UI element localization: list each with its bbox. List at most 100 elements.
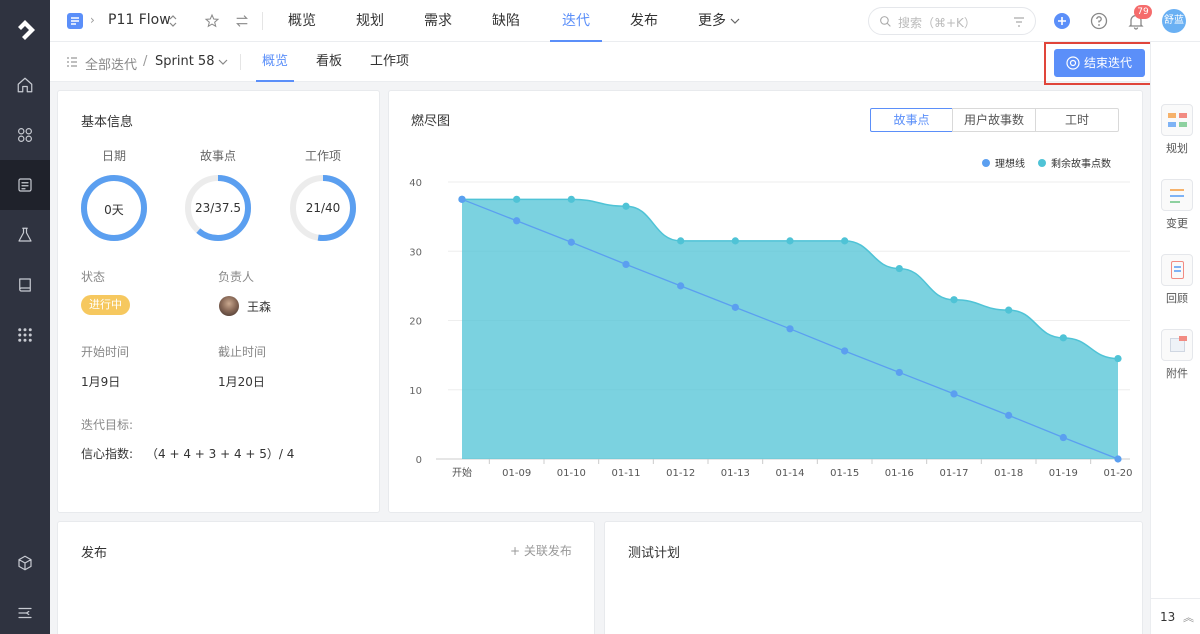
basic-info-title: 基本信息 xyxy=(81,115,134,130)
x-tick-label: 01-17 xyxy=(939,468,968,479)
ideal-point xyxy=(950,390,958,398)
rp-attachment[interactable]: 附件 xyxy=(1160,329,1194,381)
ideal-point xyxy=(567,238,575,246)
owner-avatar[interactable] xyxy=(219,296,239,316)
ring-label-date: 日期 xyxy=(101,149,126,163)
end-iteration-label: 结束迭代 xyxy=(1084,56,1133,70)
search-input[interactable]: 搜索（⌘+K） xyxy=(898,14,976,31)
notification-badge: 79 xyxy=(1134,5,1152,19)
remaining-point xyxy=(950,296,958,304)
end-time-value: 1月20日 xyxy=(218,375,265,389)
x-tick-label: 01-16 xyxy=(885,468,914,479)
story-points-ring-value: 23/37.5 xyxy=(194,201,242,215)
collapse-sidebar[interactable] xyxy=(0,588,50,634)
user-avatar[interactable]: 舒蓝 xyxy=(1162,9,1186,33)
test-plan-card: 测试计划 xyxy=(604,521,1143,634)
page-counter[interactable]: 13 ︽ xyxy=(1151,598,1200,634)
nav-plan[interactable]: 规划 xyxy=(348,0,392,42)
confidence-label: 信心指数: xyxy=(81,447,134,461)
remaining-point xyxy=(567,195,575,203)
remaining-point xyxy=(1005,306,1013,314)
project-name[interactable]: P11 Flow xyxy=(108,12,171,28)
ideal-point xyxy=(1059,433,1067,442)
breadcrumb-separator: / xyxy=(143,54,148,69)
segment-story-points[interactable]: 故事点 xyxy=(870,108,953,132)
right-panel: 规划 变更 回顾 附件 13 ︽ xyxy=(1150,42,1200,634)
breadcrumb-current[interactable]: Sprint 58 xyxy=(155,54,214,69)
nav-releases[interactable]: 发布 xyxy=(622,0,666,42)
wiki-nav[interactable] xyxy=(0,260,50,310)
logo-icon xyxy=(18,20,35,40)
segment-story-count[interactable]: 用户故事数 xyxy=(952,108,1036,132)
nav-defects[interactable]: 缺陷 xyxy=(484,0,528,42)
swap-icon[interactable] xyxy=(234,13,250,29)
left-sidebar xyxy=(0,0,50,634)
help-icon[interactable] xyxy=(1090,12,1108,30)
burndown-chart: 0 10 20 30 40 开始 01-09 01-10 01-11 01-12 01-13 01-1… xyxy=(409,157,1132,479)
legend-marker-remaining xyxy=(1038,159,1046,167)
cube-nav[interactable] xyxy=(0,538,50,588)
nav-overview[interactable]: 概览 xyxy=(280,0,324,42)
tab-work-items[interactable]: 工作项 xyxy=(370,42,409,82)
x-tick-label: 01-20 xyxy=(1103,468,1132,479)
remaining-point xyxy=(841,237,849,245)
x-tick-label: 01-15 xyxy=(830,468,859,479)
nav-iterations[interactable]: 迭代 xyxy=(552,0,600,42)
ideal-point xyxy=(895,368,903,377)
add-icon[interactable] xyxy=(1053,12,1071,30)
tab-overview[interactable]: 概览 xyxy=(255,42,295,82)
owner-name[interactable]: 王森 xyxy=(247,298,271,315)
rp-change-label: 变更 xyxy=(1166,217,1188,230)
end-iteration-button[interactable]: 结束迭代 xyxy=(1054,49,1145,77)
segment-hours[interactable]: 工时 xyxy=(1035,108,1119,132)
breadcrumb-root[interactable]: 全部迭代 xyxy=(85,54,137,73)
top-bar: › P11 Flow 概览 规划 需求 缺陷 迭代 发布 更多 搜索（⌘+K） … xyxy=(50,0,1200,42)
project-nav[interactable] xyxy=(0,160,50,210)
dots-grid-icon xyxy=(18,328,32,342)
star-icon[interactable] xyxy=(204,13,220,29)
legend-marker-ideal xyxy=(982,159,990,167)
x-tick-label: 01-19 xyxy=(1049,468,1078,479)
nav-requirements[interactable]: 需求 xyxy=(416,0,460,42)
ring-label-work-items: 工作项 xyxy=(304,149,341,163)
status-badge[interactable]: 进行中 xyxy=(81,295,130,315)
ideal-point xyxy=(841,347,849,355)
plus-icon: + xyxy=(510,544,524,558)
book-icon xyxy=(19,278,31,292)
x-tick-label: 01-10 xyxy=(557,468,586,479)
attachment-icon xyxy=(1161,329,1193,361)
link-release-button[interactable]: + 关联发布 xyxy=(510,542,572,559)
search-box[interactable]: 搜索（⌘+K） xyxy=(868,7,1036,35)
test-nav[interactable] xyxy=(0,210,50,260)
ideal-point xyxy=(622,260,630,269)
rp-plan[interactable]: 规划 xyxy=(1160,104,1194,156)
chevron-right-icon: › xyxy=(90,13,95,27)
chevron-down-icon xyxy=(730,18,740,24)
rp-review[interactable]: 回顾 xyxy=(1160,254,1194,306)
remaining-point xyxy=(622,202,630,210)
ideal-point xyxy=(1005,411,1013,419)
rp-change[interactable]: 变更 xyxy=(1160,179,1194,231)
rp-attachment-label: 附件 xyxy=(1166,367,1188,380)
switch-project-icon[interactable] xyxy=(168,14,178,28)
x-tick-label: 01-14 xyxy=(775,468,804,479)
y-tick-label: 30 xyxy=(409,247,422,258)
ideal-point xyxy=(458,195,466,203)
y-tick-label: 0 xyxy=(416,455,422,466)
divider xyxy=(240,54,241,70)
link-release-label: 关联发布 xyxy=(523,544,572,558)
cube-icon xyxy=(18,555,32,571)
nav-more[interactable]: 更多 xyxy=(690,0,734,42)
rp-review-label: 回顾 xyxy=(1166,292,1188,305)
more-apps-nav[interactable] xyxy=(0,310,50,360)
remaining-point xyxy=(1114,354,1122,363)
apps-nav[interactable] xyxy=(0,110,50,160)
chevron-down-icon[interactable] xyxy=(218,58,228,66)
app-logo[interactable] xyxy=(0,5,50,55)
home-nav[interactable] xyxy=(0,60,50,110)
ideal-point xyxy=(513,217,521,225)
change-icon xyxy=(1161,179,1193,211)
x-tick-label: 01-18 xyxy=(994,468,1023,479)
tab-board[interactable]: 看板 xyxy=(316,42,342,82)
filter-icon[interactable] xyxy=(1013,16,1025,28)
